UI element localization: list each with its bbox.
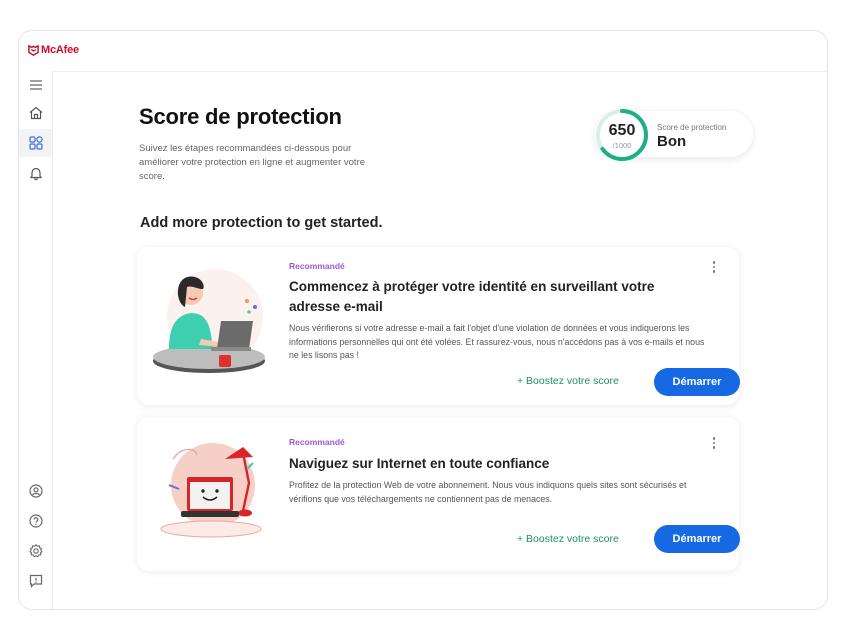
sidebar-item-notifications[interactable] [19, 159, 52, 187]
card-description: Nous vérifierons si votre adresse e-mail… [289, 323, 705, 360]
header-divider [52, 71, 827, 72]
sidebar-item-menu[interactable] [19, 71, 52, 99]
recommended-tag: Recommandé [289, 437, 345, 447]
kebab-dot-icon [712, 270, 716, 273]
sidebar-item-dashboard[interactable] [19, 129, 52, 157]
home-icon [29, 106, 42, 120]
recommendation-card-email: Recommandé Commencez à protéger votre id… [137, 247, 740, 405]
boost-score-link[interactable]: + Boostez votre score [517, 375, 619, 387]
start-button[interactable]: Démarrer [654, 525, 740, 553]
gear-icon [28, 543, 43, 558]
help-icon [28, 514, 43, 528]
more-options-button[interactable] [709, 259, 719, 275]
top-bar: McAfee [19, 31, 827, 71]
woman-laptop-illustration [153, 269, 265, 373]
bell-icon [29, 167, 42, 181]
app-window: McAfee Score de protection Suivez les ét… [18, 30, 828, 610]
more-options-button[interactable] [709, 435, 719, 451]
section-title: Add more protection to get started. [140, 215, 383, 231]
grid-icon [28, 136, 43, 150]
mcafee-logo[interactable]: McAfee [28, 44, 79, 56]
kebab-dot-icon [712, 265, 716, 269]
score-rating: Bon [657, 133, 687, 150]
sidebar-item-account[interactable] [19, 477, 52, 505]
kebab-dot-icon [712, 446, 716, 449]
score-max: /1000 [612, 141, 632, 150]
smiling-laptop-lamp-illustration [160, 443, 262, 538]
sidebar-item-home[interactable] [19, 99, 52, 127]
account-icon [28, 484, 43, 498]
recommendation-card-web: Recommandé Naviguez sur Internet en tout… [137, 417, 740, 571]
score-value: 650 [608, 122, 636, 139]
page-title: Score de protection [139, 104, 342, 129]
kebab-dot-icon [712, 261, 716, 264]
card-title: Commencez à protéger votre identité en s… [289, 279, 655, 314]
start-button[interactable]: Démarrer [654, 368, 740, 396]
feedback-icon [29, 574, 42, 588]
sidebar-item-feedback[interactable] [19, 567, 52, 595]
recommended-tag: Recommandé [289, 261, 345, 271]
card-title: Naviguez sur Internet en toute confiance [289, 456, 550, 471]
sidebar [19, 71, 53, 609]
card-description: Profitez de la protection Web de votre a… [289, 480, 687, 504]
sidebar-item-help[interactable] [19, 507, 52, 535]
hamburger-icon [29, 80, 42, 90]
mcafee-shield-icon [28, 44, 39, 56]
sidebar-item-settings[interactable] [19, 537, 52, 565]
score-label: Score de protection [657, 123, 727, 132]
brand-name: McAfee [41, 44, 79, 56]
page-subtitle: Suivez les étapes recommandées ci-dessou… [139, 143, 366, 182]
boost-score-link[interactable]: + Boostez votre score [517, 533, 619, 545]
kebab-dot-icon [712, 437, 716, 440]
kebab-dot-icon [712, 441, 716, 445]
